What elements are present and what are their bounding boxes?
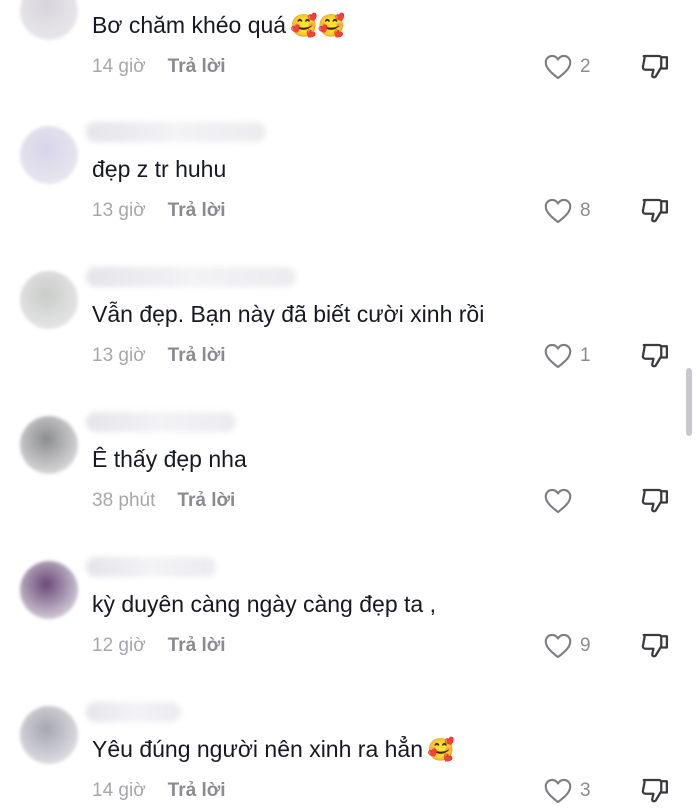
comment-text: Yêu đúng người nên xinh ra hẳn 🥰 — [92, 736, 454, 763]
comment-body: Ê thấy đẹp nha — [92, 446, 247, 472]
reply-button[interactable]: Trả lời — [168, 635, 226, 656]
comment-text: đẹp z tr huhu — [92, 156, 226, 183]
like-button[interactable] — [544, 487, 600, 519]
username-blurred[interactable] — [86, 267, 296, 287]
comment-meta: 14 giờ Trả lời — [92, 56, 226, 78]
comment-text: kỳ duyên càng ngày càng đẹp ta , — [92, 591, 436, 618]
comment-item: Yêu đúng người nên xinh ra hẳn 🥰 14 giờ Trả… — [0, 688, 696, 804]
timestamp: 13 giờ — [92, 345, 146, 366]
username-blurred[interactable] — [86, 122, 266, 142]
timestamp: 14 giờ — [92, 56, 146, 77]
comment-body: Vẫn đẹp. Bạn này đã biết cười xinh rồi — [92, 301, 485, 327]
comment-body: Bơ chăm khéo quá — [92, 12, 287, 38]
avatar[interactable] — [20, 561, 78, 619]
comment-item: Bơ chăm khéo quá 🥰🥰 14 giờ Trả lời 2 — [0, 0, 696, 80]
thumbs-down-icon — [640, 343, 670, 374]
like-button[interactable]: 3 — [544, 777, 600, 809]
comment-meta: 14 giờ Trả lời — [92, 780, 226, 802]
like-count: 3 — [580, 780, 591, 801]
username-blurred[interactable] — [86, 557, 216, 577]
comment-meta: 38 phút Trả lời — [92, 490, 235, 512]
comment-body: Yêu đúng người nên xinh ra hẳn — [92, 736, 423, 762]
comment-text: Vẫn đẹp. Bạn này đã biết cười xinh rồi — [92, 301, 484, 328]
comment-item: Ê thấy đẹp nha 38 phút Trả lời — [0, 398, 696, 514]
like-button[interactable]: 8 — [544, 197, 600, 229]
username-blurred[interactable] — [86, 702, 181, 722]
like-count: 2 — [580, 56, 591, 77]
comment-body: kỳ duyên càng ngày càng đẹp ta , — [92, 591, 436, 617]
timestamp: 12 giờ — [92, 635, 146, 656]
dislike-button[interactable] — [640, 630, 672, 662]
reply-button[interactable]: Trả lời — [168, 345, 226, 366]
comment-meta: 13 giờ Trả lời — [92, 345, 226, 367]
scrollbar[interactable] — [686, 368, 692, 436]
timestamp: 14 giờ — [92, 780, 146, 801]
reply-button[interactable]: Trả lời — [168, 780, 226, 801]
avatar[interactable] — [20, 126, 78, 184]
reply-button[interactable]: Trả lời — [177, 490, 235, 511]
avatar[interactable] — [20, 0, 78, 40]
emoji: 🥰 — [427, 738, 455, 763]
reply-button[interactable]: Trả lời — [168, 56, 226, 77]
timestamp: 13 giờ — [92, 200, 146, 221]
username-blurred[interactable] — [86, 412, 236, 432]
reply-button[interactable]: Trả lời — [168, 200, 226, 221]
comment-meta: 12 giờ Trả lời — [92, 635, 226, 657]
like-count: 9 — [580, 635, 591, 656]
like-button[interactable]: 9 — [544, 632, 600, 664]
comment-text: Bơ chăm khéo quá 🥰🥰 — [92, 12, 345, 39]
dislike-button[interactable] — [640, 775, 672, 807]
dislike-button[interactable] — [640, 340, 672, 372]
dislike-button[interactable] — [640, 195, 672, 227]
thumbs-down-icon — [640, 198, 670, 229]
like-button[interactable]: 2 — [544, 53, 600, 85]
comment-item: kỳ duyên càng ngày càng đẹp ta , 12 giờ Tr… — [0, 543, 696, 659]
comment-body: đẹp z tr huhu — [92, 156, 227, 182]
comment-item: Vẫn đẹp. Bạn này đã biết cười xinh rồi 13… — [0, 253, 696, 369]
thumbs-down-icon — [640, 633, 670, 664]
like-count: 1 — [580, 345, 591, 366]
comment-text: Ê thấy đẹp nha — [92, 446, 247, 473]
avatar[interactable] — [20, 706, 78, 764]
thumbs-down-icon — [640, 54, 670, 85]
avatar[interactable] — [20, 416, 78, 474]
thumbs-down-icon — [640, 488, 670, 519]
like-count: 8 — [580, 200, 591, 221]
dislike-button[interactable] — [640, 51, 672, 83]
avatar[interactable] — [20, 271, 78, 329]
emoji: 🥰🥰 — [290, 14, 345, 39]
timestamp: 38 phút — [92, 490, 156, 511]
dislike-button[interactable] — [640, 485, 672, 517]
thumbs-down-icon — [640, 778, 670, 809]
like-button[interactable]: 1 — [544, 342, 600, 374]
comment-meta: 13 giờ Trả lời — [92, 200, 226, 222]
comment-item: đẹp z tr huhu 13 giờ Trả lời 8 — [0, 108, 696, 224]
